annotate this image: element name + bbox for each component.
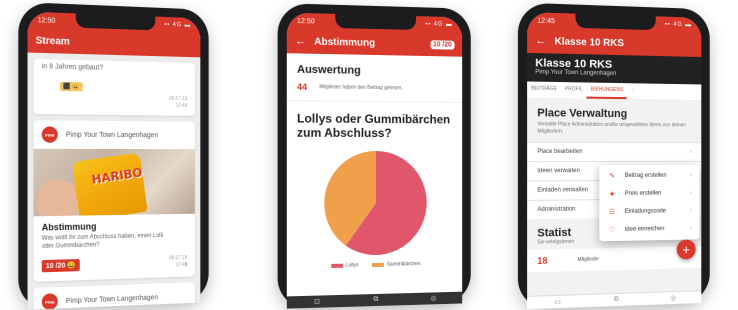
bottom-nav: ⊡ ⧉ ◎ (286, 291, 463, 309)
phone-place-admin: 12:45 ▪▪ 4G ▬ ← Klasse 10 RKS Klasse 10 … (517, 2, 710, 310)
legend-item: Lollys (330, 262, 359, 269)
post-header: PINB Pimp Your Town Langenhagen (34, 120, 195, 149)
chevron-right-icon[interactable]: › (184, 259, 187, 270)
popup-label: Preis erstellen (624, 190, 662, 197)
nav-places-icon[interactable]: ⧉ (373, 296, 378, 304)
chevron-right-icon: › (690, 172, 692, 179)
read-stats: 44 Mitglieder haben den Beitrag gelesen. (286, 79, 463, 103)
back-arrow-icon[interactable]: ← (295, 35, 306, 47)
read-count: 44 (296, 81, 308, 93)
legend-swatch (372, 262, 385, 267)
page-title: Klasse 10 RKS (554, 35, 624, 49)
menu-label: Administration (537, 206, 576, 214)
place-admin-screen: 12:45 ▪▪ 4G ▬ ← Klasse 10 RKS Klasse 10 … (527, 12, 702, 310)
nav-home-icon[interactable]: ⊡ (314, 298, 320, 306)
popup-item-beitrag[interactable]: ✎ Beitrag erstellen › (599, 167, 699, 185)
status-time: 12:50 (296, 17, 315, 25)
bottom-nav: ▭ ⧉ ◎ (527, 290, 702, 310)
vote-question: Lollys oder Gummibärchen zum Abschluss? (296, 111, 451, 141)
read-text: Mitglieder haben den Beitrag gelesen. (319, 83, 403, 91)
status-time: 12:50 (37, 16, 56, 25)
section-title: Auswertung (296, 63, 361, 77)
page-title: Stream (35, 34, 70, 48)
nav-profile-icon[interactable]: ◎ (431, 294, 437, 302)
post-question: in 8 Jahren gebaut? (41, 63, 104, 72)
page-title: Abstimmung (314, 36, 376, 49)
legend-item: Gummibärchen (372, 261, 420, 268)
tab-beitraege[interactable]: BEITRÄGE (527, 81, 561, 98)
author-logo: PINB (41, 293, 58, 310)
phone-stream: 12:50 ▪▪ 4G ▬ Stream in 8 Jahren gebaut?… (18, 1, 209, 310)
phone-notch (75, 13, 156, 31)
status-signal: ▪▪ 4G ▬ (664, 21, 692, 29)
count-badge[interactable]: 10 /20 (430, 39, 455, 50)
heart-icon: ♡ (609, 227, 616, 235)
nav-home-icon[interactable]: ▭ (554, 298, 561, 306)
previous-post-card[interactable]: in 8 Jahren gebaut? ⬛ 😀 08.07.18 10:49 (33, 58, 195, 116)
next-post-card[interactable]: PINB Pimp Your Town Langenhagen (33, 282, 195, 310)
tab-profil[interactable]: PROFIL (561, 82, 587, 99)
nav-places-icon[interactable]: ⧉ (614, 296, 619, 304)
popup-item-einladungscode[interactable]: ☷ Einladungscode › (599, 202, 699, 221)
status-signal: ▪▪ 4G ▬ (164, 21, 192, 29)
tab-more[interactable]: ⋮ (627, 83, 640, 99)
legend-swatch (330, 263, 343, 268)
chevron-right-icon: › (690, 225, 692, 232)
vote-post-card[interactable]: PINB Pimp Your Town Langenhagen HARIBO A… (33, 120, 195, 282)
legend-label: Gummibärchen (387, 261, 421, 268)
menu-label: Einladen verwalten (537, 187, 589, 194)
chevron-right-icon: › (690, 190, 692, 197)
popup-item-idee[interactable]: ♡ Idee einreichen › (599, 220, 699, 240)
stream-screen: 12:50 ▪▪ 4G ▬ Stream in 8 Jahren gebaut?… (27, 11, 201, 310)
post-date: 08.07.18 10:49 (169, 95, 188, 109)
phone-notch (575, 13, 656, 31)
status-signal: ▪▪ 4G ▬ (425, 21, 453, 28)
menu-label: Place bearbeiten (537, 148, 583, 155)
nav-profile-icon[interactable]: ◎ (670, 294, 676, 302)
back-arrow-icon[interactable]: ← (535, 35, 546, 48)
reaction-tag[interactable]: ⬛ 😀 (59, 81, 83, 92)
popup-label: Einladungscode (624, 208, 666, 215)
candy-bag-shape (71, 152, 148, 217)
members-count: 18 (537, 255, 548, 267)
post-author: Pimp Your Town Langenhagen (65, 131, 159, 139)
post-author: Pimp Your Town Langenhagen (65, 293, 159, 305)
star-icon: ★ (609, 191, 616, 199)
tab-active[interactable]: BIEHUNGENS (586, 82, 628, 100)
vote-count: 10 /20 (45, 262, 66, 271)
app-bar: Stream (27, 27, 201, 58)
app-bar: ← Abstimmung 10 /20 (286, 28, 463, 57)
popup-label: Beitrag erstellen (624, 172, 667, 179)
phone-vote-result: 12:50 ▪▪ 4G ▬ ← Abstimmung 10 /20 Auswer… (277, 3, 471, 309)
section-description: Verwalte Place Administration und/ie umg… (537, 121, 686, 135)
chevron-right-icon: › (690, 208, 692, 214)
menu-item-place-bearbeiten[interactable]: Place bearbeiten › (527, 141, 702, 162)
edit-icon: ✎ (609, 173, 615, 181)
members-stat: 18 Mitglieder (527, 246, 702, 273)
list-icon: ☷ (609, 209, 616, 217)
pie-chart (287, 144, 462, 264)
vote-count-badge[interactable]: 10 /20 😀 (41, 259, 80, 273)
status-time: 12:45 (537, 16, 556, 25)
vote-footer: 10 /20 😀 08.07.18 10:49 (34, 253, 195, 282)
author-logo: PINB (41, 126, 58, 143)
menu-label: Ideen verwalten (537, 168, 580, 175)
members-label: Mitglieder (577, 256, 600, 263)
legend-label: Lollys (345, 262, 359, 269)
vote-emoji: 😀 (67, 262, 76, 270)
vote-result-screen: 12:50 ▪▪ 4G ▬ ← Abstimmung 10 /20 Auswer… (286, 12, 463, 309)
create-menu-popup: ✎ Beitrag erstellen › ★ Preis erstellen › ☷ E… (599, 164, 700, 242)
popup-label: Idee einreichen (624, 226, 665, 233)
pie-chart-svg (324, 150, 427, 256)
popup-item-preis[interactable]: ★ Preis erstellen › (599, 184, 699, 203)
section-title: Place Verwaltung (537, 107, 628, 121)
place-header: Klasse 10 RKS Pimp Your Town Langenhagen (527, 52, 702, 85)
hand-shape (35, 179, 80, 217)
chevron-right-icon: › (690, 149, 692, 156)
post-photo: HARIBO (33, 148, 195, 217)
phone-notch (335, 13, 417, 30)
